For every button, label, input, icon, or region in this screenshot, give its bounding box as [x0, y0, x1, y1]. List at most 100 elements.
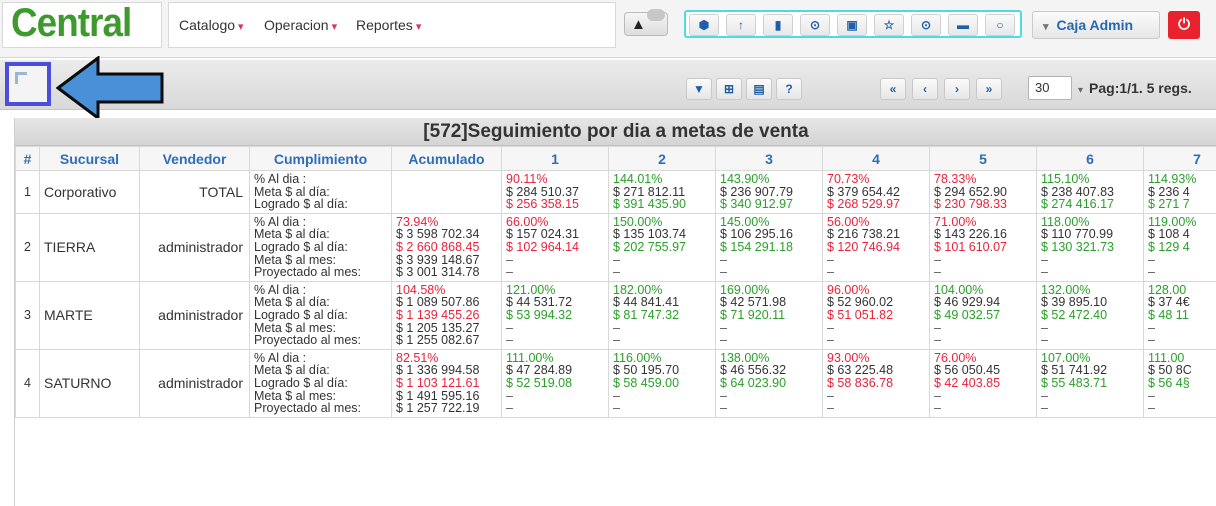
alerts-button[interactable]: ▲: [624, 9, 668, 36]
columns-icon[interactable]: ▤: [746, 78, 772, 100]
annotation-arrow-icon: [56, 56, 164, 120]
column-header[interactable]: 7: [1143, 146, 1216, 171]
cell-line: Logrado $ al día:: [254, 307, 348, 322]
clock-icon[interactable]: ⊙: [800, 14, 830, 36]
cell-line: –: [506, 252, 513, 267]
cell-line: 144.01%: [613, 172, 663, 186]
day-cell: 143.90% $ 236 907.79 $ 340 912.97: [715, 170, 823, 214]
cell-line: $ 202 755.97: [613, 239, 686, 254]
menu-reportes[interactable]: Reportes ▾: [356, 17, 421, 33]
cell-line: –: [934, 401, 941, 416]
column-header[interactable]: Acumulado: [391, 146, 502, 171]
cell-line: –: [720, 333, 727, 348]
logo[interactable]: Central: [2, 1, 162, 48]
collapse-sidebar-button[interactable]: [5, 62, 51, 106]
table-header-row: # Sucursal Vendedor Cumplimiento Acumulado 1 2…: [15, 146, 1216, 171]
cube-icon[interactable]: ⬢: [689, 14, 719, 36]
ticket-icon[interactable]: ▣: [837, 14, 867, 36]
pin-icon[interactable]: ↑: [726, 14, 756, 36]
day-cell: 116.00% $ 50 195.70 $ 58 459.00– –: [608, 348, 716, 418]
cell-line: $ 1 255 082.67: [396, 333, 480, 348]
page-size-select[interactable]: 30: [1028, 76, 1072, 100]
column-header[interactable]: Cumplimiento: [249, 146, 392, 171]
cell-line: –: [1041, 252, 1048, 267]
user-menu-button[interactable]: ▾ Caja Admin: [1032, 11, 1160, 39]
next-page-icon[interactable]: ›: [944, 78, 970, 100]
export-icon[interactable]: ⊞: [716, 78, 742, 100]
help-icon[interactable]: ?: [776, 78, 802, 100]
vendedor-cell: administrador: [139, 212, 250, 282]
day-cell: 144.01% $ 271 812.11 $ 391 435.90: [608, 170, 716, 214]
menu-operacion[interactable]: Operacion ▾: [264, 17, 337, 33]
report-title: [572]Seguimiento por dia a metas de vent…: [15, 118, 1216, 146]
table-row[interactable]: 3 MARTE administrador% Al dia : Meta $ al d…: [15, 280, 1216, 350]
column-header[interactable]: #: [15, 146, 40, 171]
column-header[interactable]: 5: [929, 146, 1037, 171]
table-row[interactable]: 4 SATURNO administrador% Al dia : Meta $ al…: [15, 348, 1216, 418]
day-cell: 56.00% $ 216 738.21 $ 120 746.94– –: [822, 212, 930, 282]
vendedor-cell: administrador: [139, 280, 250, 350]
cell-line: $ 56 4§: [1148, 375, 1190, 390]
cell-line: $ 48 11: [1148, 307, 1189, 322]
target-icon[interactable]: ⊙: [911, 14, 941, 36]
menu-catalogo[interactable]: Catalogo ▾: [179, 17, 244, 33]
day-cell: 138.00% $ 46 556.32 $ 64 023.90– –: [715, 348, 823, 418]
cell-line: –: [506, 320, 513, 335]
prev-page-icon[interactable]: ‹: [912, 78, 938, 100]
cell-line: $ 120 746.94: [827, 239, 900, 254]
cell-line: –: [506, 333, 513, 348]
cell-line: $ 64 023.90: [720, 375, 787, 390]
cell-line: % Al dia :: [254, 172, 307, 186]
row-number: 1: [15, 170, 40, 214]
cumplimiento-labels: % Al dia : Meta $ al día: Logrado $ al día…: [249, 212, 392, 282]
column-header[interactable]: 1: [501, 146, 609, 171]
day-cell: 70.73% $ 379 654.42 $ 268 529.97: [822, 170, 930, 214]
user-name: Caja Admin: [1056, 17, 1134, 33]
cell-line: $ 71 920.11: [720, 307, 786, 322]
column-header[interactable]: 2: [608, 146, 716, 171]
pagination-text: Pag:1/1. 5 regs.: [1089, 80, 1192, 96]
cell-line: Proyectado al mes:: [254, 401, 361, 416]
table-row[interactable]: 2 TIERRA administrador% Al dia : Meta $ al …: [15, 212, 1216, 282]
cell-line: –: [1148, 320, 1155, 335]
cell-line: –: [720, 401, 727, 416]
card-icon[interactable]: ▬: [948, 14, 978, 36]
cell-line: 90.11%: [506, 172, 548, 186]
cell-line: –: [827, 265, 834, 280]
cell-line: $ 58 459.00: [613, 375, 680, 390]
cell-line: Logrado $ al día:: [254, 375, 348, 390]
day-cell: 76.00% $ 56 050.45 $ 42 403.85– –: [929, 348, 1037, 418]
star-icon[interactable]: ☆: [874, 14, 904, 36]
last-page-icon[interactable]: »: [976, 78, 1002, 100]
pagination-info: ▾ Pag:1/1. 5 regs.: [1078, 80, 1192, 96]
circle-icon[interactable]: ○: [985, 14, 1015, 36]
filter-icon[interactable]: ▼: [686, 78, 712, 100]
column-header[interactable]: Vendedor: [139, 146, 250, 171]
cell-line: –: [1041, 265, 1048, 280]
shield-icon[interactable]: ▮: [763, 14, 793, 36]
alerts-badge: [647, 9, 665, 21]
cell-line: –: [613, 265, 620, 280]
app-root: Central Catalogo ▾ Operacion ▾ Reportes ▾ ▲…: [0, 0, 1216, 506]
cell-line: –: [506, 388, 513, 403]
cumplimiento-labels: % Al dia : Meta $ al día: Logrado $ al día…: [249, 348, 392, 418]
cell-line: –: [506, 265, 513, 280]
power-icon[interactable]: ⏻: [1168, 11, 1200, 39]
cell-line: $ 53 994.32: [506, 307, 573, 322]
cell-line: 114.93%: [1148, 172, 1197, 186]
table-row[interactable]: 1 Corporativo TOTAL% Al dia : Meta $ al día…: [15, 170, 1216, 214]
column-header[interactable]: 3: [715, 146, 823, 171]
column-header[interactable]: 4: [822, 146, 930, 171]
cell-line: –: [1041, 388, 1048, 403]
cell-line: –: [1148, 265, 1155, 280]
cell-line: $ 1 257 722.19: [396, 401, 480, 416]
column-header[interactable]: 6: [1036, 146, 1144, 171]
cell-line: $ 154 291.18: [720, 239, 793, 254]
menu-operacion-label: Operacion: [264, 17, 329, 33]
day-cell: 118.00% $ 110 770.99 $ 130 321.73– –: [1036, 212, 1144, 282]
first-page-icon[interactable]: «: [880, 78, 906, 100]
column-header[interactable]: Sucursal: [39, 146, 140, 171]
cell-line: $ 268 529.97: [827, 197, 900, 212]
cumplimiento-labels: % Al dia : Meta $ al día: Logrado $ al día…: [249, 280, 392, 350]
cell-line: –: [934, 320, 941, 335]
